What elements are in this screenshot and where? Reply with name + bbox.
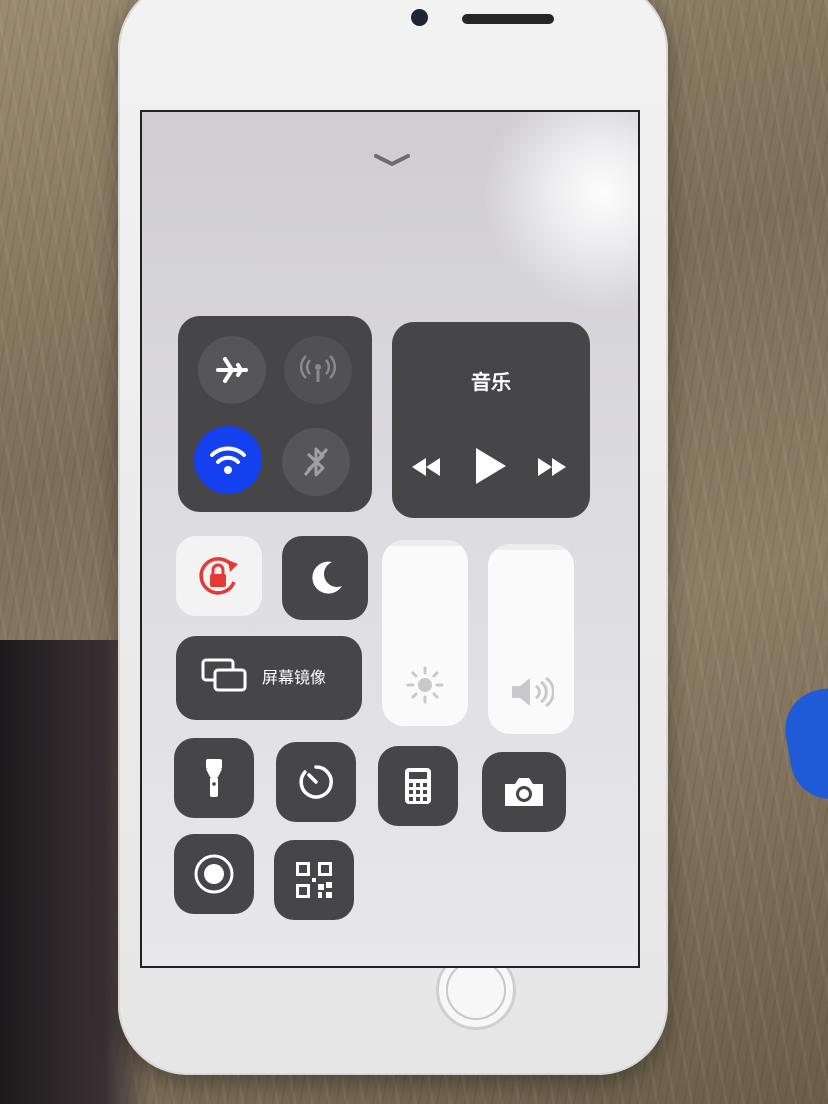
cellular-data-button[interactable] bbox=[284, 336, 352, 404]
screen-mirroring-icon bbox=[201, 658, 247, 692]
moon-icon bbox=[312, 561, 342, 594]
calculator-button[interactable] bbox=[378, 746, 458, 826]
fast-forward-icon[interactable] bbox=[534, 454, 570, 480]
airplane-icon bbox=[216, 357, 248, 383]
wifi-icon bbox=[210, 446, 246, 474]
camera-button[interactable] bbox=[482, 752, 566, 832]
wifi-button[interactable] bbox=[194, 426, 262, 494]
airplane-mode-button[interactable] bbox=[198, 336, 266, 404]
flashlight-button[interactable] bbox=[174, 738, 254, 818]
speaker-icon bbox=[512, 676, 554, 708]
bluetooth-icon bbox=[303, 447, 329, 477]
music-title: 音乐 bbox=[471, 370, 511, 394]
connectivity-panel bbox=[178, 316, 372, 512]
flashlight-icon bbox=[206, 759, 222, 797]
rewind-icon[interactable] bbox=[408, 454, 444, 480]
do-not-disturb-button[interactable] bbox=[282, 536, 368, 620]
blue-object bbox=[778, 684, 828, 806]
bluetooth-button[interactable] bbox=[282, 428, 350, 496]
chevron-down-icon[interactable] bbox=[372, 150, 412, 170]
screen-record-button[interactable] bbox=[174, 834, 254, 914]
earpiece-speaker bbox=[462, 14, 554, 24]
qr-code-scanner-button[interactable] bbox=[274, 840, 354, 920]
front-camera bbox=[411, 9, 428, 26]
screen-mirroring-button[interactable]: 屏幕镜像 bbox=[176, 636, 362, 720]
calculator-icon bbox=[405, 768, 431, 804]
control-center-screen: 音乐 屏幕镜像 bbox=[140, 110, 640, 968]
screen-mirroring-label: 屏幕镜像 bbox=[262, 668, 327, 687]
qr-code-icon bbox=[296, 862, 332, 898]
home-button-ring bbox=[446, 960, 506, 1020]
brightness-slider[interactable] bbox=[382, 540, 468, 726]
sun-icon bbox=[406, 666, 444, 704]
screen-record-icon bbox=[194, 854, 234, 894]
timer-icon bbox=[299, 765, 333, 799]
play-icon[interactable] bbox=[472, 446, 508, 486]
orientation-lock-icon bbox=[199, 557, 238, 595]
camera-icon bbox=[505, 778, 543, 806]
timer-button[interactable] bbox=[276, 742, 356, 822]
volume-slider[interactable] bbox=[488, 544, 574, 734]
orientation-lock-button[interactable] bbox=[176, 536, 262, 616]
cellular-antenna-icon bbox=[300, 355, 336, 382]
light-glare bbox=[482, 112, 638, 312]
music-panel[interactable]: 音乐 bbox=[392, 322, 590, 518]
